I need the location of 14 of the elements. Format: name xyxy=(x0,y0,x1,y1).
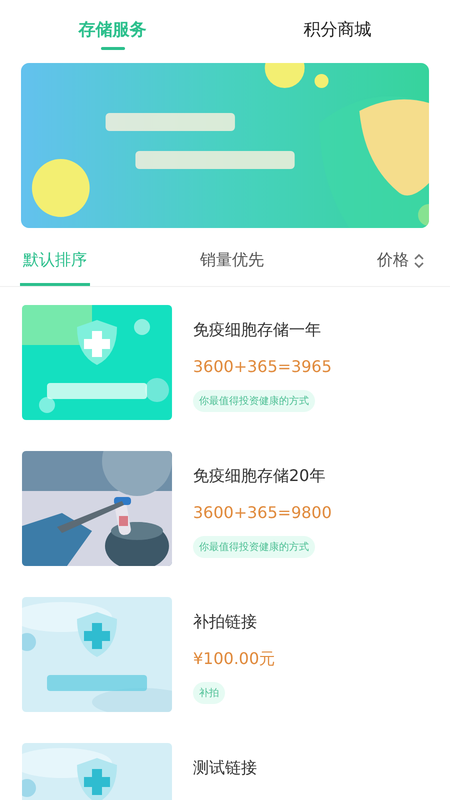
product-title: 免疫细胞存储20年 xyxy=(193,465,326,487)
sort-tab[interactable]: 价格 xyxy=(374,238,428,286)
product-title: 免疫细胞存储一年 xyxy=(193,319,321,341)
product-title: 测试链接 xyxy=(193,757,257,779)
product-title: 补拍链接 xyxy=(193,611,257,633)
product-price: 3600+365=9800 xyxy=(193,502,332,524)
tab[interactable]: 积分商城 xyxy=(225,0,450,58)
product-price: ¥100.00元 xyxy=(193,648,276,670)
product-tag: 补拍 xyxy=(193,682,225,704)
product-tag: 你最值得投资健康的方式 xyxy=(193,390,315,412)
sort-tab[interactable]: 销量优先 xyxy=(197,238,267,286)
product-price: 3600+365=3965 xyxy=(193,356,332,378)
product-tag: 你最值得投资健康的方式 xyxy=(193,536,315,558)
sort-icon xyxy=(413,252,425,268)
